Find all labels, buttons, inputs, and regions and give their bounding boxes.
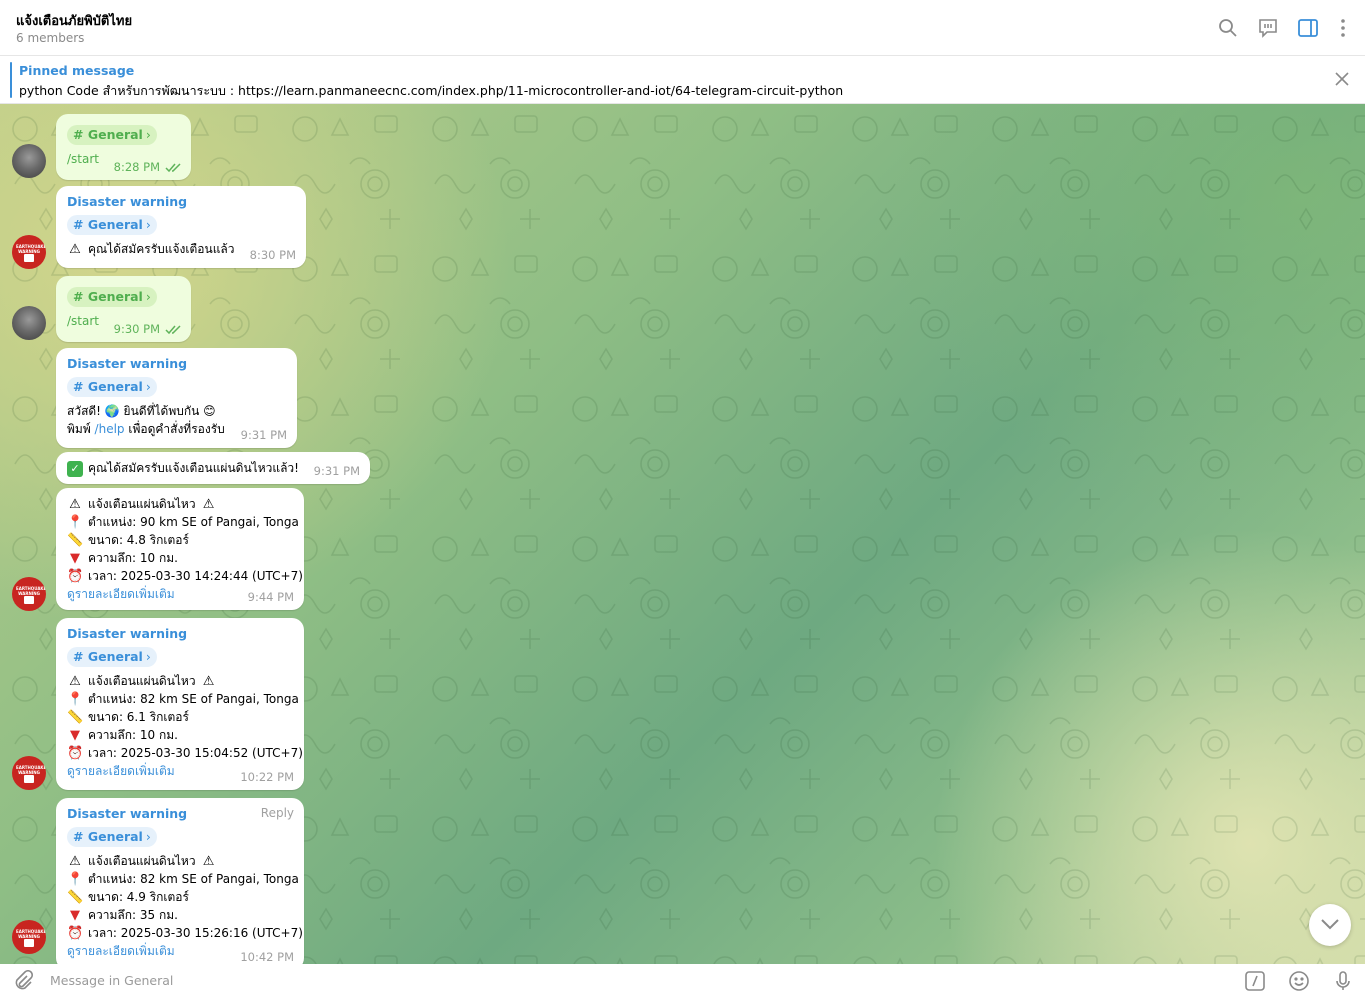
greeting-line: สวัสดี! 🌍 ยินดีที่ได้พบกัน 😊 xyxy=(67,404,216,418)
user-avatar[interactable] xyxy=(12,144,46,178)
message-bubble[interactable]: Disaster warning # General › ⚠ แจ้งเตือนแผ… xyxy=(56,618,304,790)
sender-name[interactable]: Disaster warning xyxy=(67,355,286,373)
message-bubble[interactable]: Disaster warning # General › ⚠ คุณได้สมัคร… xyxy=(56,186,306,268)
warning-icon: ⚠ xyxy=(69,242,81,257)
alarm-clock-icon: ⏰ xyxy=(67,569,84,584)
pinned-accent-bar xyxy=(10,62,12,98)
chat-title[interactable]: แจ้งเตือนภัยพิบัติไทย xyxy=(16,10,132,31)
topics-icon[interactable] xyxy=(1256,16,1280,40)
warning-icon: ⚠ xyxy=(69,854,81,869)
warning-icon: ⚠ xyxy=(202,674,215,689)
sender-name[interactable]: Disaster warning xyxy=(67,805,293,823)
message-input[interactable] xyxy=(50,970,1200,990)
sidebar-toggle-icon[interactable] xyxy=(1296,16,1320,40)
bot-avatar[interactable]: EARTHQUAKE WARNING xyxy=(12,577,46,611)
details-link[interactable]: ดูรายละเอียดเพิ่มเติม xyxy=(67,764,175,778)
message-bubble[interactable]: # General › /start 9:30 PM xyxy=(56,276,191,342)
attach-icon[interactable] xyxy=(12,969,34,992)
topic-chip[interactable]: # General › xyxy=(67,215,157,235)
message-bubble[interactable]: # General › /start 8:28 PM xyxy=(56,114,191,180)
message-bubble[interactable]: Disaster warning # General › สวัสดี! 🌍 ยิ… xyxy=(56,348,297,448)
bot-avatar[interactable]: EARTHQUAKE WARNING xyxy=(12,920,46,954)
check-mark-icon: ✓ xyxy=(67,461,83,477)
help-command-link[interactable]: /help xyxy=(95,422,125,436)
message-time: 9:30 PM xyxy=(114,322,183,336)
user-avatar[interactable] xyxy=(12,306,46,340)
pin-icon: 📍 xyxy=(67,515,84,530)
message-time: 10:42 PM xyxy=(240,950,294,964)
warning-icon: ⚠ xyxy=(202,854,215,869)
pinned-text: python Code สำหรับการพัฒนาระบบ : https:/… xyxy=(19,83,844,98)
ruler-icon: 📏 xyxy=(67,710,84,725)
message-time: 8:28 PM xyxy=(114,160,183,174)
topic-chip[interactable]: # General › xyxy=(67,647,157,667)
reply-button[interactable]: Reply xyxy=(261,806,294,820)
warning-icon: ⚠ xyxy=(202,497,215,512)
ruler-icon: 📏 xyxy=(67,533,84,548)
topic-chip[interactable]: # General › xyxy=(67,377,157,397)
pinned-message-bar[interactable]: Pinned message python Code สำหรับการพัฒน… xyxy=(0,56,1365,104)
message-bubble[interactable]: ⚠ แจ้งเตือนแผ่นดินไหว ⚠ 📍 ตำแหน่ง: 90 km SE… xyxy=(56,488,304,610)
scroll-to-bottom-button[interactable] xyxy=(1309,904,1351,946)
command-link[interactable]: /start xyxy=(67,314,99,328)
message-time: 9:31 PM xyxy=(313,464,360,478)
message-time: 8:30 PM xyxy=(249,248,296,262)
red-triangle-icon: ▼ xyxy=(70,908,80,923)
details-link[interactable]: ดูรายละเอียดเพิ่มเติม xyxy=(67,587,175,601)
topic-chip[interactable]: # General › xyxy=(67,287,157,307)
message-time: 9:44 PM xyxy=(247,590,294,604)
search-icon[interactable] xyxy=(1216,16,1240,40)
chevron-down-icon xyxy=(1321,919,1339,930)
read-checkmarks-icon xyxy=(165,325,181,335)
sender-name[interactable]: Disaster warning xyxy=(67,193,295,211)
pin-icon: 📍 xyxy=(67,692,84,707)
details-link[interactable]: ดูรายละเอียดเพิ่มเติม xyxy=(67,944,175,958)
bot-avatar[interactable]: EARTHQUAKE WARNING xyxy=(12,235,46,269)
message-bubble[interactable]: Disaster warning Reply # General › ⚠ แจ้งเ… xyxy=(56,798,304,964)
message-bubble[interactable]: ✓ คุณได้สมัครรับแจ้งเตือนแผ่นดินไหวแล้ว! … xyxy=(56,452,370,484)
warning-icon: ⚠ xyxy=(69,674,81,689)
read-checkmarks-icon xyxy=(165,163,181,173)
message-list[interactable]: # General › /start 8:28 PM EARTHQUAKE WAR… xyxy=(0,104,1365,964)
message-time: 9:31 PM xyxy=(240,428,287,442)
red-triangle-icon: ▼ xyxy=(70,728,80,743)
sender-name[interactable]: Disaster warning xyxy=(67,625,293,643)
message-time: 10:22 PM xyxy=(240,770,294,784)
close-pinned-icon[interactable] xyxy=(1333,70,1351,88)
bot-avatar[interactable]: EARTHQUAKE WARNING xyxy=(12,756,46,790)
more-icon[interactable] xyxy=(1331,16,1355,40)
warning-icon: ⚠ xyxy=(69,497,81,512)
emoji-icon[interactable] xyxy=(1288,970,1310,992)
alarm-clock-icon: ⏰ xyxy=(67,926,84,941)
ruler-icon: 📏 xyxy=(67,890,84,905)
pinned-title: Pinned message xyxy=(19,63,135,78)
microphone-icon[interactable] xyxy=(1332,970,1354,992)
commands-icon[interactable] xyxy=(1244,970,1266,992)
chat-header: แจ้งเตือนภัยพิบัติไทย 6 members xyxy=(0,0,1365,56)
topic-chip[interactable]: # General › xyxy=(67,125,157,145)
topic-chip[interactable]: # General › xyxy=(67,827,157,847)
pin-icon: 📍 xyxy=(67,872,84,887)
alarm-clock-icon: ⏰ xyxy=(67,746,84,761)
member-count[interactable]: 6 members xyxy=(16,31,84,45)
command-link[interactable]: /start xyxy=(67,152,99,166)
message-composer xyxy=(0,964,1365,996)
red-triangle-icon: ▼ xyxy=(70,551,80,566)
